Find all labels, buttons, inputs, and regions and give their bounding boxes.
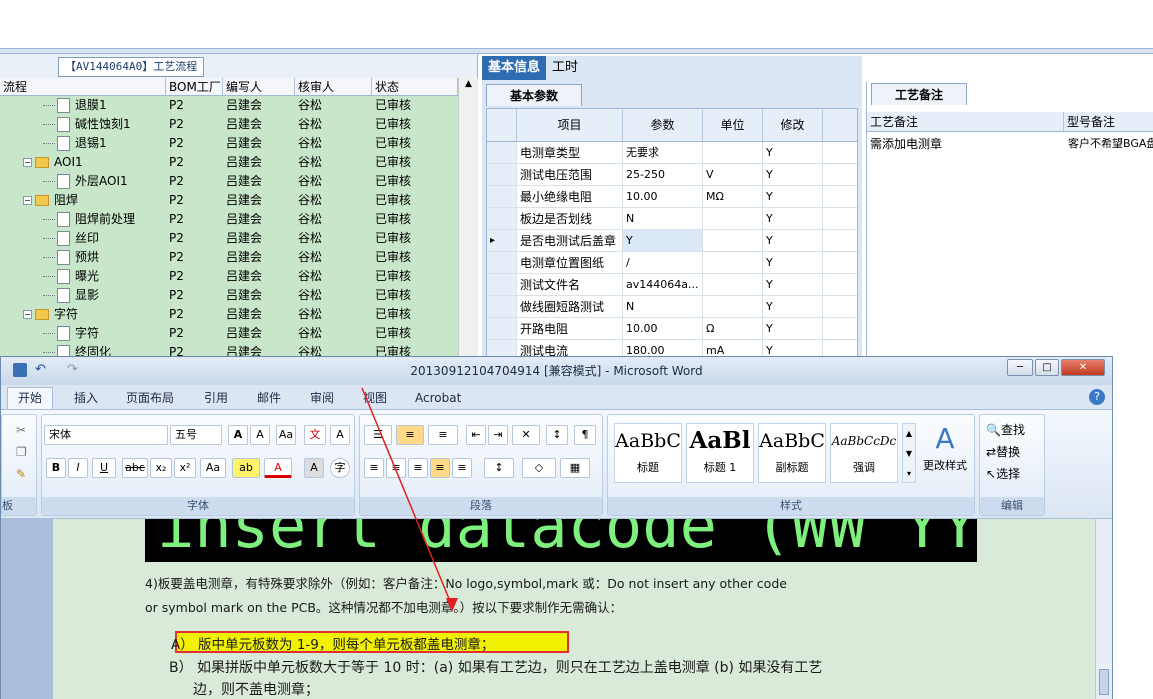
- annotation-arrow-line: [361, 387, 453, 607]
- annotation-arrow: [361, 387, 458, 612]
- screen: 【AV144064A0】工艺流程 流程 BOM工厂 编写人 核审人 状态 退膜1…: [0, 0, 1153, 699]
- annotation-arrow-head: [446, 598, 458, 612]
